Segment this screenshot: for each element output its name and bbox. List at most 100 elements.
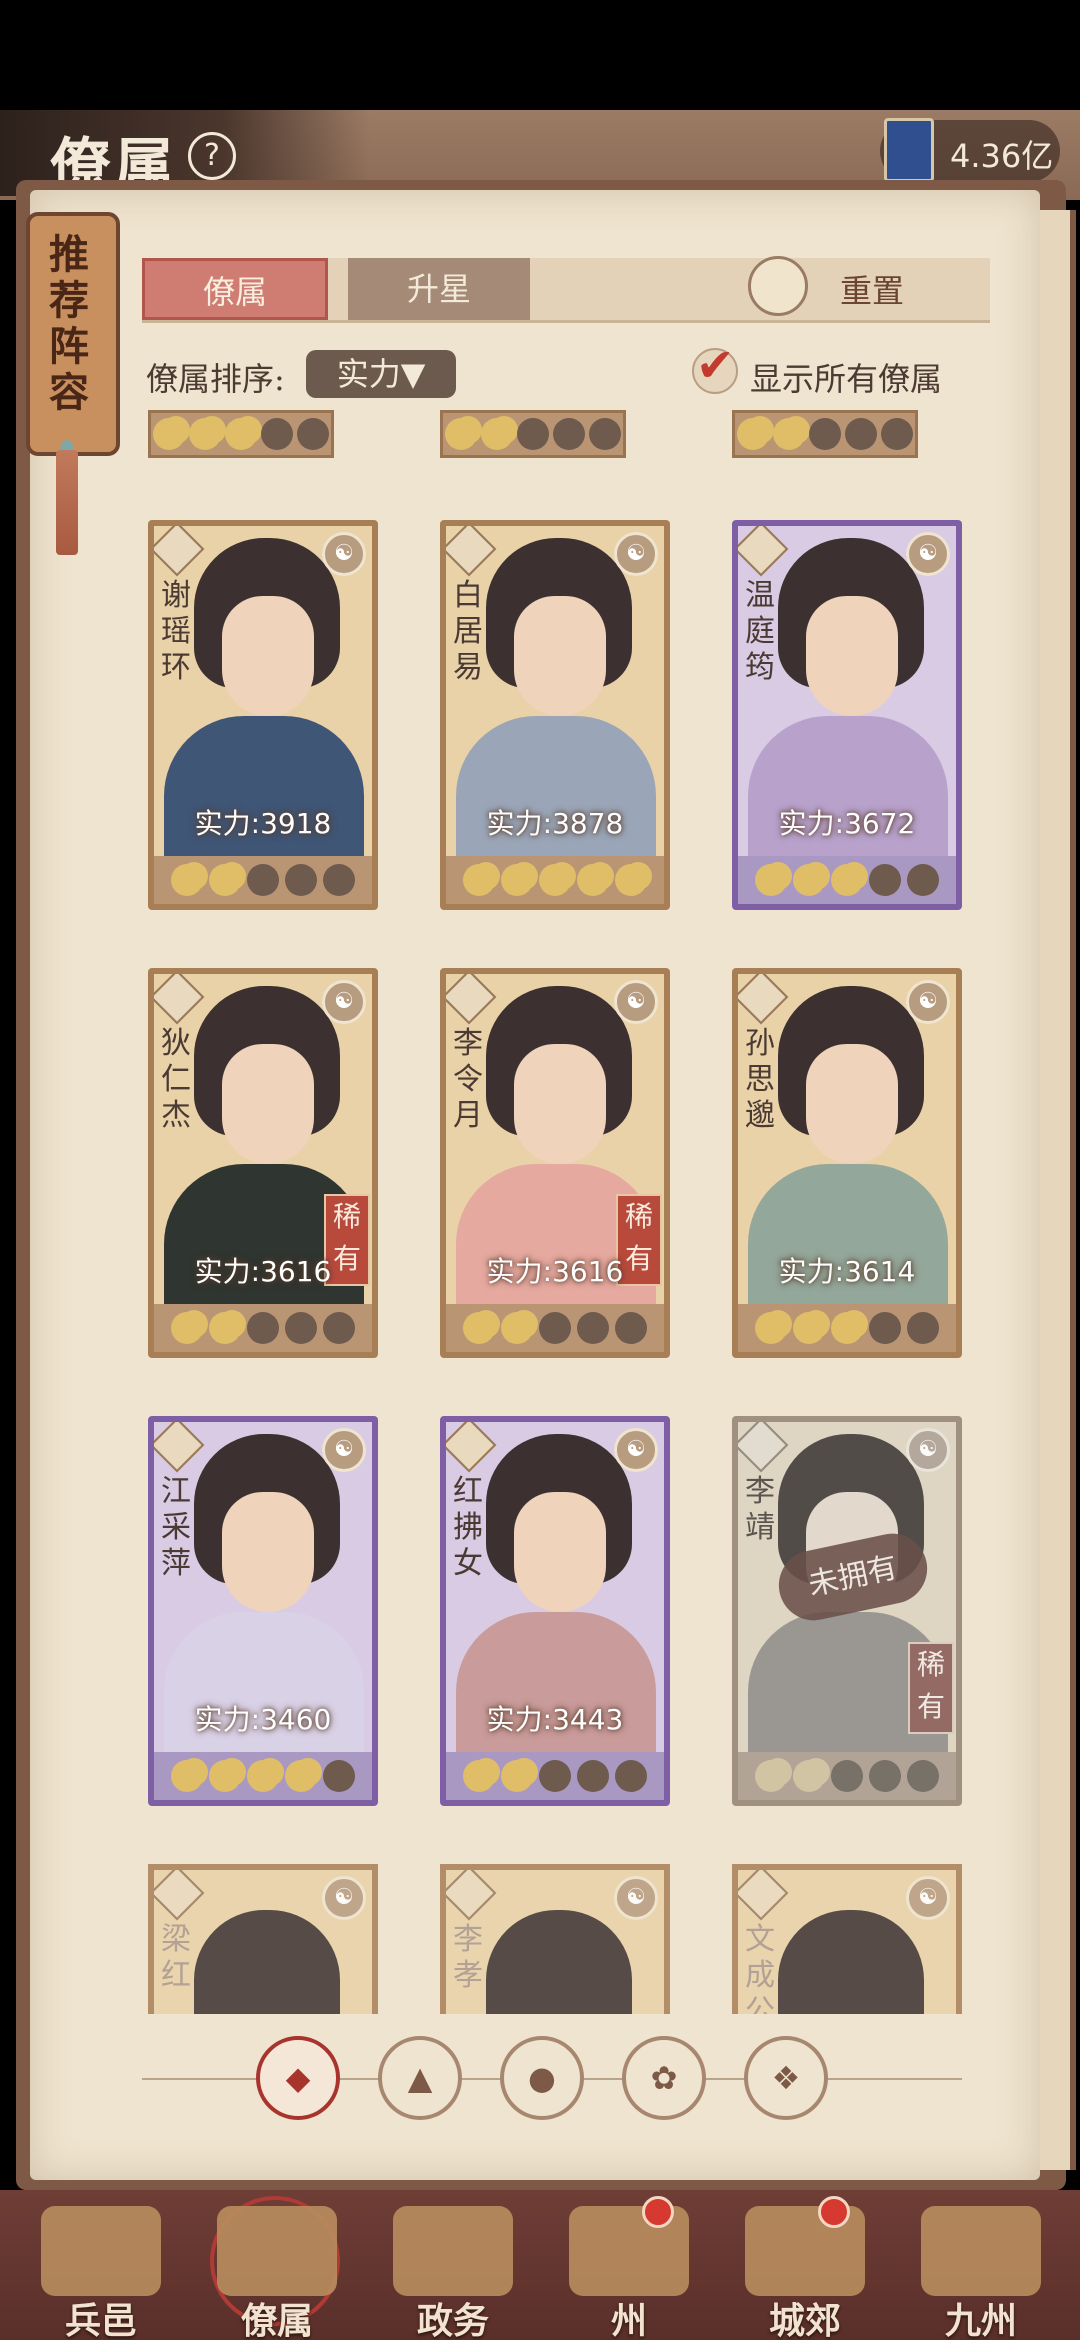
official-name: 江采萍 (161, 1474, 191, 1581)
moon-empty-icon (907, 864, 939, 896)
official-name: 白居易 (453, 578, 483, 685)
official-card[interactable]: ☯ 谢瑶环 实力:3918 (148, 520, 378, 910)
moon-empty-icon (539, 1312, 571, 1344)
moon-empty-icon (539, 1760, 571, 1792)
moon-filled-icon (209, 862, 246, 896)
portrait-face (514, 1044, 606, 1164)
official-card[interactable]: ☯ 狄仁杰 稀有 实力:3616 (148, 968, 378, 1358)
official-card[interactable]: ☯ 江采萍实力:3460 (148, 1416, 378, 1806)
sort-dropdown[interactable]: 实力▼ (306, 350, 456, 398)
portrait-robe (164, 716, 364, 866)
portrait-hair (778, 1910, 924, 2014)
tab-star-up[interactable]: 升星 (348, 258, 530, 320)
official-card[interactable]: ☯ 李令月 稀有 实力:3616 (440, 968, 670, 1358)
portrait-hair (486, 1910, 632, 2014)
moon-empty-icon (831, 1760, 863, 1792)
star-moon-row (732, 410, 918, 458)
official-card[interactable]: ☯ 温庭筠实力:3672 (732, 520, 962, 910)
notification-badge (642, 2196, 674, 2228)
moon-filled-icon (209, 1758, 246, 1792)
portrait-face (222, 1044, 314, 1164)
official-name: 文成公 (745, 1922, 775, 2014)
faction-badge-icon (154, 1870, 205, 1921)
element-icon: ☯ (322, 980, 366, 1024)
moon-filled-icon (755, 1758, 792, 1792)
official-name: 李孝 (453, 1922, 483, 1993)
show-all-label[interactable]: 显示所有僚属 (750, 354, 942, 400)
moon-filled-icon (171, 862, 208, 896)
element-icon: ☯ (614, 532, 658, 576)
moon-empty-icon (517, 418, 549, 450)
moon-empty-icon (869, 864, 901, 896)
moon-filled-icon (225, 416, 262, 450)
moon-empty-icon (869, 1312, 901, 1344)
rarity-badge: 稀有 (908, 1642, 954, 1734)
official-card[interactable]: ☯ 李靖 稀有 未拥有 (732, 1416, 962, 1806)
moon-empty-icon (881, 418, 913, 450)
nav-label: 九州 (944, 2300, 1017, 2340)
helmet-icon[interactable]: ▲ (378, 2036, 462, 2120)
nav-building-icon (217, 2206, 337, 2296)
question-icon[interactable]: ? (188, 132, 236, 180)
star-moon-row (738, 1304, 956, 1352)
nav-item-1[interactable]: 僚属 (192, 2196, 362, 2340)
moon-empty-icon (323, 864, 355, 896)
element-icon: ☯ (322, 532, 366, 576)
portrait-face (222, 1492, 314, 1612)
portrait-robe (748, 716, 948, 866)
notification-badge (818, 2196, 850, 2228)
element-icon: ☯ (906, 1876, 950, 1920)
faction-badge-icon (738, 1870, 789, 1921)
nav-item-4[interactable]: 城郊 (720, 2196, 890, 2340)
moon-empty-icon (285, 1312, 317, 1344)
star-moon-row (154, 856, 372, 904)
nav-item-2[interactable]: 政务 (368, 2196, 538, 2340)
moon-filled-icon (501, 862, 538, 896)
all-diamond-icon[interactable]: ◆ (256, 2036, 340, 2120)
nav-label: 城郊 (768, 2300, 841, 2340)
moon-filled-icon (209, 1310, 246, 1344)
moon-empty-icon (845, 418, 877, 450)
moon-filled-icon (481, 416, 518, 450)
star-moon-row (446, 1752, 664, 1800)
portrait-face (514, 596, 606, 716)
moon-empty-icon (869, 1760, 901, 1792)
lion-icon[interactable]: ❖ (744, 2036, 828, 2120)
moon-filled-icon (463, 1758, 500, 1792)
element-icon: ☯ (906, 532, 950, 576)
moon-empty-icon (261, 418, 293, 450)
star-moon-row (446, 856, 664, 904)
power-value: 实力:3878 (486, 807, 624, 840)
official-name: 梁红 (161, 1922, 191, 1993)
moon-empty-icon (297, 418, 329, 450)
official-card-partial[interactable]: ☯ 李孝 (440, 1864, 670, 2014)
star-moon-row (440, 410, 626, 458)
nav-building-icon (393, 2206, 513, 2296)
portrait-face (222, 596, 314, 716)
beast-icon[interactable]: ● (500, 2036, 584, 2120)
official-card[interactable]: ☯ 红拂女 实力:3443 (440, 1416, 670, 1806)
fan-icon[interactable]: ✿ (622, 2036, 706, 2120)
moon-filled-icon (539, 862, 576, 896)
moon-empty-icon (907, 1760, 939, 1792)
moon-filled-icon (171, 1310, 208, 1344)
element-icon: ☯ (322, 1428, 366, 1472)
nav-item-0[interactable]: 兵邑 (16, 2196, 186, 2340)
official-card-partial[interactable]: ☯ 梁红 (148, 1864, 378, 2014)
element-icon: ☯ (322, 1876, 366, 1920)
portrait-robe (456, 1612, 656, 1762)
power-value: 实力:3460 (194, 1703, 332, 1736)
official-card-partial[interactable]: ☯ 文成公 (732, 1864, 962, 2014)
nav-label: 兵邑 (64, 2300, 137, 2340)
power-value: 实力:3672 (778, 807, 916, 840)
moon-filled-icon (577, 862, 614, 896)
nav-item-5[interactable]: 九州 (896, 2196, 1066, 2340)
official-card[interactable]: ☯ 白居易实力:3878 (440, 520, 670, 910)
official-name: 温庭筠 (745, 578, 775, 685)
official-card[interactable]: ☯ 孙思邈 实力:3614 (732, 968, 962, 1358)
tab-officials[interactable]: 僚属 (142, 258, 328, 320)
official-name: 红拂女 (453, 1474, 483, 1581)
nav-item-3[interactable]: 州 (544, 2196, 714, 2340)
portrait-robe (164, 1612, 364, 1762)
moon-filled-icon (153, 416, 190, 450)
